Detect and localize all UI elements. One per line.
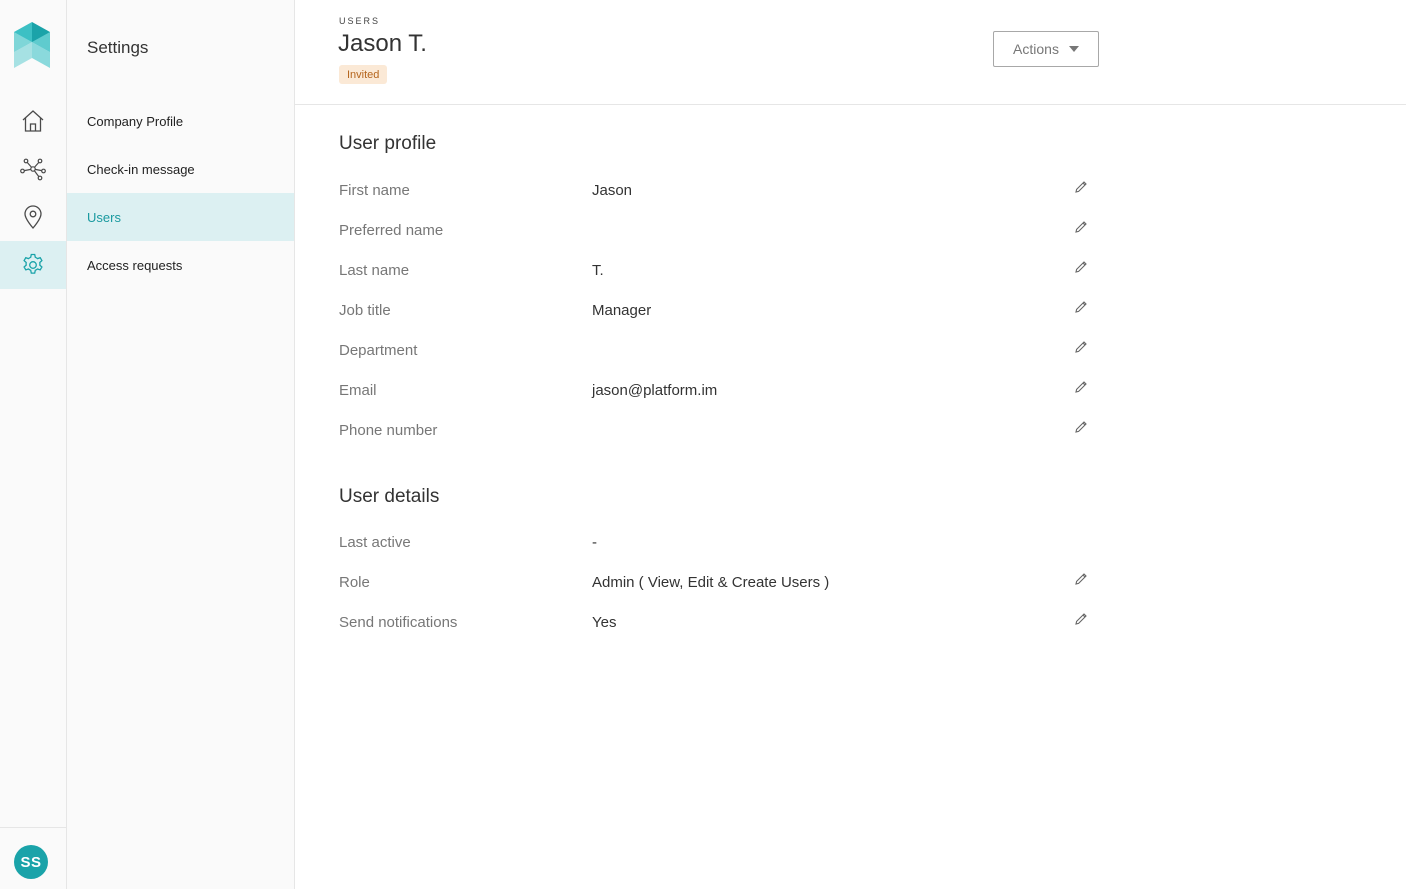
field-label: Job title: [339, 302, 391, 319]
page-header: USERS Jason T. Invited Actions: [295, 0, 1406, 105]
edit-pencil-icon[interactable]: [1073, 259, 1089, 275]
actions-dropdown-button[interactable]: Actions: [993, 31, 1099, 67]
rail-item-locations[interactable]: [0, 193, 66, 241]
field-row-department: Department: [339, 341, 1099, 381]
field-value: Jason: [592, 182, 633, 199]
edit-pencil-icon[interactable]: [1073, 299, 1089, 315]
user-profile-heading: User profile: [339, 133, 437, 154]
field-value: jason@platform.im: [592, 382, 718, 399]
network-icon: [20, 158, 46, 181]
field-label: Preferred name: [339, 222, 444, 239]
edit-pencil-icon[interactable]: [1073, 419, 1089, 435]
field-row-last-name: Last name T.: [339, 261, 1099, 301]
edit-pencil-icon[interactable]: [1073, 571, 1089, 587]
caret-down-icon: [1068, 46, 1079, 52]
sidebar-item-users[interactable]: Users: [67, 193, 294, 241]
field-value: T.: [592, 262, 604, 279]
field-label: Department: [339, 342, 418, 359]
field-label: Send notifications: [339, 614, 458, 631]
sidebar-title: Settings: [87, 38, 149, 57]
field-row-job-title: Job title Manager: [339, 301, 1099, 341]
field-value: Manager: [592, 302, 652, 319]
field-label: Role: [339, 574, 370, 591]
home-icon: [22, 110, 44, 132]
field-value: Yes: [592, 614, 617, 631]
field-row-preferred-name: Preferred name: [339, 221, 1099, 261]
edit-pencil-icon[interactable]: [1073, 379, 1089, 395]
app-window: SS Settings Company Profile Check-in mes…: [0, 0, 1406, 889]
field-label: First name: [339, 182, 410, 199]
field-row-last-active: Last active -: [339, 533, 1099, 573]
field-row-email: Email jason@platform.im: [339, 381, 1099, 421]
sidebar-item-access-requests[interactable]: Access requests: [67, 241, 294, 289]
field-row-send-notifications: Send notifications Yes: [339, 613, 1099, 653]
settings-sidebar: Settings Company Profile Check-in messag…: [67, 0, 295, 889]
field-row-role: Role Admin ( View, Edit & Create Users ): [339, 573, 1099, 613]
sidebar-item-check-in-message[interactable]: Check-in message: [67, 145, 294, 193]
field-label: Phone number: [339, 422, 438, 439]
breadcrumb[interactable]: USERS: [339, 16, 380, 26]
rail-item-settings[interactable]: [0, 241, 66, 289]
field-label: Last name: [339, 262, 410, 279]
edit-pencil-icon[interactable]: [1073, 611, 1089, 627]
field-row-phone-number: Phone number: [339, 421, 1099, 461]
sidebar-item-company-profile[interactable]: Company Profile: [67, 97, 294, 145]
gear-icon: [23, 253, 43, 274]
user-avatar[interactable]: SS: [14, 845, 48, 879]
field-value: -: [592, 534, 597, 551]
logo-icon: [14, 22, 50, 68]
rail-item-network[interactable]: [0, 145, 66, 193]
page-title: Jason T.: [338, 30, 427, 57]
edit-pencil-icon[interactable]: [1073, 219, 1089, 235]
edit-pencil-icon[interactable]: [1073, 339, 1089, 355]
main-content: USERS Jason T. Invited Actions User prof…: [295, 0, 1406, 889]
field-value: Admin ( View, Edit & Create Users ): [592, 574, 830, 591]
edit-pencil-icon[interactable]: [1073, 179, 1089, 195]
location-pin-icon: [24, 205, 42, 229]
field-label: Email: [339, 382, 377, 399]
field-label: Last active: [339, 534, 411, 551]
actions-label: Actions: [1013, 41, 1059, 57]
user-details-heading: User details: [339, 486, 440, 507]
field-row-first-name: First name Jason: [339, 181, 1099, 221]
rail-divider: [0, 827, 66, 828]
icon-rail: SS: [0, 0, 67, 889]
rail-item-home[interactable]: [0, 97, 66, 145]
status-badge: Invited: [339, 65, 388, 84]
